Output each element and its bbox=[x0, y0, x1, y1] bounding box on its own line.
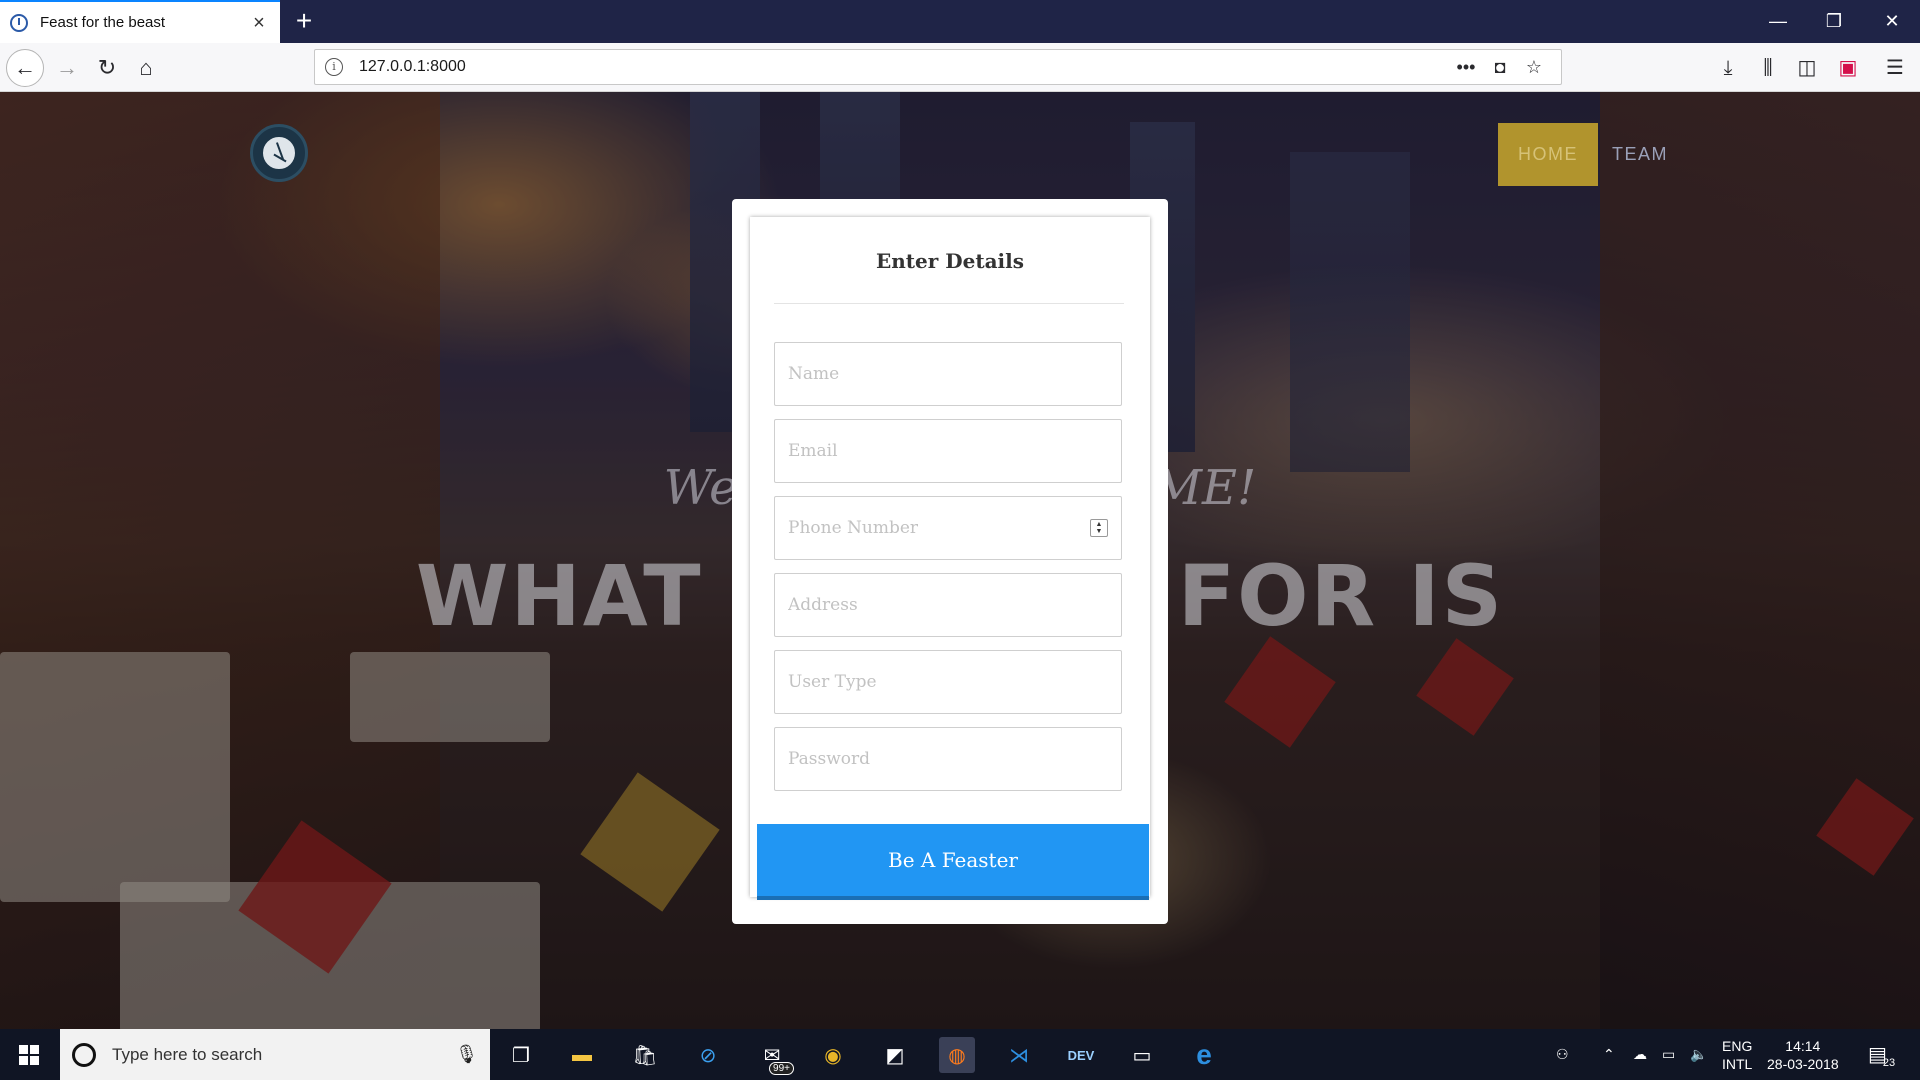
sticky-notes-icon[interactable]: ◩ bbox=[877, 1037, 913, 1073]
cloud-icon[interactable]: ☁ bbox=[1633, 1029, 1647, 1080]
nav-team-link[interactable]: TEAM bbox=[1612, 123, 1668, 186]
hamburger-menu-icon[interactable]: ☰ bbox=[1882, 55, 1908, 81]
edge-icon[interactable]: e bbox=[1186, 1037, 1222, 1073]
page-actions-menu-icon[interactable]: ••• bbox=[1449, 57, 1483, 78]
windows-start-icon[interactable] bbox=[0, 1029, 58, 1080]
new-tab-plus-icon[interactable]: + bbox=[288, 6, 320, 38]
notification-count: 23 bbox=[1882, 1056, 1896, 1069]
password-field[interactable] bbox=[774, 727, 1122, 791]
clock-logo-icon bbox=[261, 135, 297, 171]
task-view-icon[interactable]: ❐ bbox=[503, 1037, 539, 1073]
user-type-input[interactable] bbox=[788, 672, 1108, 692]
name-field[interactable] bbox=[774, 342, 1122, 406]
phone-field[interactable]: ▲▼ bbox=[774, 496, 1122, 560]
phone-input[interactable] bbox=[788, 518, 1090, 538]
browser-navbar: ← → ↻ ⌂ i 127.0.0.1:8000 ••• ◘ ☆ ⤓ ⫼ ◫ ▣… bbox=[0, 43, 1920, 92]
email-input[interactable] bbox=[788, 441, 1108, 461]
search-placeholder[interactable]: Type here to search bbox=[112, 1045, 455, 1065]
volume-icon[interactable]: 🔈 bbox=[1690, 1029, 1707, 1080]
clock-time: 14:14 bbox=[1785, 1037, 1821, 1054]
address-input[interactable] bbox=[788, 595, 1108, 615]
language-bottom: INTL bbox=[1722, 1055, 1753, 1072]
chrome-icon[interactable]: ◉ bbox=[815, 1037, 851, 1073]
site-favicon-icon bbox=[10, 13, 28, 32]
bookmark-star-icon[interactable]: ☆ bbox=[1517, 57, 1551, 78]
firefox-icon[interactable]: ◍ bbox=[939, 1037, 975, 1073]
safari-compass-icon[interactable]: ⊘ bbox=[690, 1037, 726, 1073]
site-logo[interactable] bbox=[250, 124, 308, 182]
hero-subtitle-right: ME! bbox=[1152, 460, 1257, 516]
url-text[interactable]: 127.0.0.1:8000 bbox=[359, 58, 1449, 76]
site-info-icon[interactable]: i bbox=[325, 58, 343, 76]
address-bar[interactable]: i 127.0.0.1:8000 ••• ◘ ☆ bbox=[314, 49, 1562, 85]
password-input[interactable] bbox=[788, 749, 1108, 769]
forward-arrow-icon[interactable]: → bbox=[48, 49, 86, 87]
chevron-up-icon[interactable]: ⌃ bbox=[1603, 1029, 1615, 1080]
library-icon[interactable]: ⫼ bbox=[1755, 55, 1781, 81]
name-input[interactable] bbox=[788, 364, 1108, 384]
language-top: ENG bbox=[1722, 1037, 1753, 1054]
close-window-icon[interactable]: ✕ bbox=[1864, 0, 1920, 43]
windows-taskbar: Type here to search 🎙 ❐ ▬ 🛍 ⊘ ✉ 99+ ◉ ◩ ◍… bbox=[0, 1029, 1920, 1080]
people-icon[interactable]: ⚇ bbox=[1556, 1029, 1569, 1080]
clock-date: 28-03-2018 bbox=[1767, 1055, 1839, 1072]
mail-badge: 99+ bbox=[769, 1062, 794, 1075]
microphone-icon[interactable]: 🎙 bbox=[455, 1044, 478, 1065]
language-indicator[interactable]: ENG INTL bbox=[1722, 1029, 1752, 1080]
home-icon[interactable]: ⌂ bbox=[127, 49, 165, 87]
sidebar-icon[interactable]: ◫ bbox=[1794, 55, 1820, 81]
pocket-toolbar-icon[interactable]: ▣ bbox=[1835, 55, 1861, 81]
address-field[interactable] bbox=[774, 573, 1122, 637]
store-icon[interactable]: 🛍 bbox=[627, 1037, 663, 1073]
vscode-icon[interactable]: ⋊ bbox=[1001, 1037, 1037, 1073]
back-arrow-icon[interactable]: ← bbox=[6, 49, 44, 87]
taskbar-search-box[interactable]: Type here to search 🎙 bbox=[60, 1029, 490, 1080]
restore-icon[interactable]: ❐ bbox=[1806, 0, 1862, 43]
battery-icon[interactable]: ▭ bbox=[1662, 1029, 1675, 1080]
reload-icon[interactable]: ↻ bbox=[88, 49, 126, 87]
tab-title: Feast for the beast bbox=[40, 14, 166, 31]
cortana-icon[interactable] bbox=[72, 1042, 96, 1067]
mail-icon[interactable]: ✉ 99+ bbox=[754, 1037, 794, 1075]
action-center-icon[interactable]: ▤ 23 bbox=[1868, 1029, 1895, 1080]
browser-titlebar: Feast for the beast × + — ❐ ✕ bbox=[0, 0, 1920, 43]
downloads-icon[interactable]: ⤓ bbox=[1715, 55, 1741, 81]
close-tab-icon[interactable]: × bbox=[248, 13, 270, 33]
file-explorer-icon[interactable]: ▬ bbox=[564, 1037, 600, 1073]
divider bbox=[774, 303, 1124, 304]
be-a-feaster-button[interactable]: Be A Feaster bbox=[757, 824, 1149, 900]
number-spinner-icon[interactable]: ▲ ▼ bbox=[1090, 519, 1108, 537]
email-field[interactable] bbox=[774, 419, 1122, 483]
terminal-icon[interactable]: ▭ bbox=[1124, 1037, 1160, 1073]
minimize-icon[interactable]: — bbox=[1750, 0, 1806, 43]
signup-card: Enter Details ▲▼ bbox=[750, 217, 1150, 897]
nav-home-link[interactable]: HOME bbox=[1498, 123, 1598, 186]
signup-modal: Enter Details ▲▼ bbox=[732, 199, 1168, 924]
user-type-field[interactable] bbox=[774, 650, 1122, 714]
form-title: Enter Details bbox=[876, 249, 1024, 273]
browser-tab[interactable]: Feast for the beast × bbox=[0, 0, 280, 43]
pocket-icon[interactable]: ◘ bbox=[1483, 57, 1517, 78]
clock[interactable]: 14:14 28-03-2018 bbox=[1767, 1029, 1839, 1080]
dev-app-icon[interactable]: DEV bbox=[1063, 1037, 1099, 1073]
